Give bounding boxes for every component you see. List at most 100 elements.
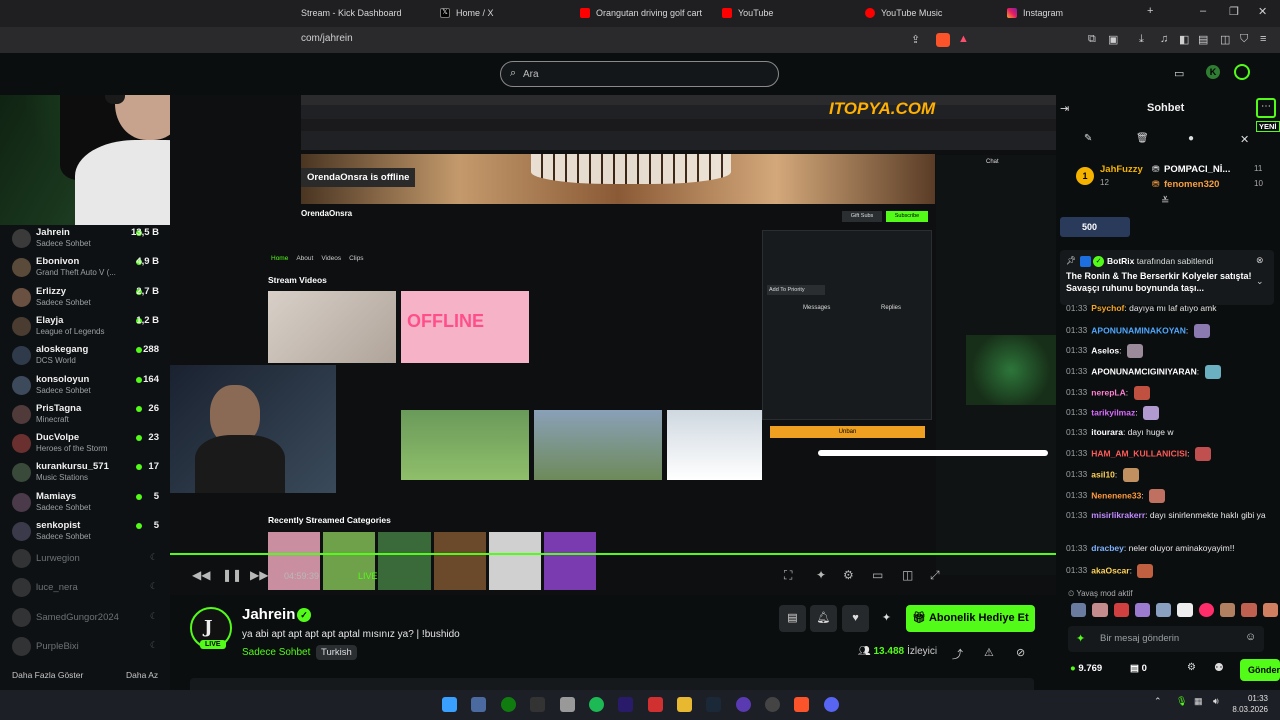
send-button[interactable]: Gönder — [1240, 659, 1280, 681]
points-balance[interactable]: ● 9.769 — [1070, 663, 1102, 674]
download-icon[interactable]: ⤓ — [1139, 33, 1144, 46]
kick-k-icon[interactable]: K — [1206, 65, 1220, 79]
sparkle-icon[interactable]: ✦ — [873, 605, 900, 632]
sidebar-channel[interactable]: Ebonivon Grand Theft Auto V (... 4,9 B — [0, 254, 170, 283]
tab-kick-dashboard[interactable]: Stream - Kick Dashboard — [301, 3, 421, 23]
chat-message[interactable]: 01:33 nerepLA: — [1066, 386, 1276, 400]
close-icon[interactable]: ✕ — [1240, 133, 1249, 146]
menu-icon[interactable]: ≡ — [1260, 33, 1266, 45]
sidebar-channel[interactable]: senkopist Sadece Sohbet 5 — [0, 518, 170, 547]
sidebar-channel-offline[interactable]: luce_nera ☾ — [0, 574, 170, 603]
tab-instagram[interactable]: Instagram — [1007, 3, 1127, 23]
network-icon[interactable]: ▦ — [1194, 696, 1203, 707]
minimize-button[interactable]: – — [1200, 5, 1206, 17]
brave-icon[interactable] — [794, 697, 809, 712]
chat-bubble-icon[interactable]: ● — [1188, 133, 1194, 144]
message-username[interactable]: dracbey — [1091, 543, 1124, 553]
sidebar-channel[interactable]: konsoloyun Sadece Sohbet 164 — [0, 372, 170, 401]
clip-button[interactable]: ▤ — [779, 605, 806, 632]
message-username[interactable]: Psychof — [1091, 303, 1124, 313]
message-username[interactable]: HAM_AM_KULLANICISI — [1091, 448, 1187, 458]
screenshot-icon[interactable]: ▣ — [1108, 33, 1118, 46]
trash-icon[interactable]: 🗑︎ — [1136, 133, 1149, 144]
unpin-icon[interactable]: ⊗ — [1256, 255, 1264, 266]
gift-subscription-button[interactable]: 🎁︎ Abonelik Hediye Et — [906, 605, 1035, 632]
show-more-link[interactable]: Daha Fazla Göster — [12, 670, 83, 680]
pause-icon[interactable]: ❚❚ — [222, 568, 242, 582]
wallet-icon[interactable]: ▤ — [1198, 33, 1208, 46]
sidebar-channel-offline[interactable]: SamedGungor2024 ☾ — [0, 604, 170, 633]
follow-heart-icon[interactable]: ♥ — [842, 605, 869, 632]
theater-icon[interactable]: ▭ — [872, 568, 883, 582]
chevron-down-icon[interactable]: ⌄ — [1256, 276, 1264, 287]
extensions-icon[interactable]: ⧉ — [1088, 33, 1096, 46]
theater-mode-icon[interactable]: ▭ — [1174, 67, 1184, 80]
rewind-icon[interactable]: ◀◀ — [192, 568, 210, 582]
chat-message[interactable]: 01:33 asil10: — [1066, 468, 1276, 482]
message-username[interactable]: tarikyilmaz — [1091, 407, 1135, 417]
chat-message[interactable]: 01:33 tarikyilmaz: — [1066, 406, 1276, 420]
chat-message[interactable]: 01:33 itourara: dayı huge w — [1066, 427, 1276, 438]
channel-name[interactable]: Jahrein — [242, 606, 295, 623]
tab-youtube[interactable]: YouTube — [722, 3, 842, 23]
fullscreen-icon[interactable]: ⤢ — [930, 568, 940, 583]
discord-icon[interactable] — [824, 697, 839, 712]
chat-options-icon[interactable]: ⋯ — [1256, 98, 1276, 118]
video-progress-bar[interactable] — [170, 553, 1056, 555]
mic-icon[interactable]: 🎙︎ — [1176, 696, 1187, 707]
message-username[interactable]: APONUNAMCIGINIYARAN — [1091, 366, 1196, 376]
pip-icon[interactable]: ◫ — [902, 568, 913, 582]
settings-icon[interactable]: ⚙ — [843, 568, 854, 582]
pinned-message[interactable]: 📌︎ ✓ BotRix tarafından sabitlendi ⊗ The … — [1060, 250, 1274, 305]
rewards-icon[interactable]: ▲ — [958, 33, 969, 45]
stream-category[interactable]: Sadece Sohbet — [242, 647, 310, 658]
sidebar-channel-offline[interactable]: Lurwegion ☾ — [0, 545, 170, 574]
tray-chevron-icon[interactable]: ⌃ — [1154, 696, 1162, 707]
search-input[interactable]: ⌕ Ara — [500, 61, 779, 87]
brave-shield-icon[interactable] — [936, 33, 950, 47]
premiere-icon[interactable] — [618, 697, 633, 712]
crop-icon[interactable]: ⛶ — [784, 568, 792, 583]
top-gifter-name[interactable]: JahFuzzy — [1100, 164, 1143, 175]
pip-icon[interactable]: ◫ — [1220, 33, 1230, 46]
sparkle-icon[interactable]: ✦ — [816, 568, 826, 582]
expand-icon[interactable]: ≚ — [1161, 196, 1169, 207]
new-tab-button[interactable]: + — [1147, 5, 1153, 17]
tab-youtube-music[interactable]: YouTube Music — [865, 3, 985, 23]
sidebar-toggle-icon[interactable]: ◧ — [1179, 33, 1189, 46]
chat-message[interactable]: 01:33 dracbey: neler oluyor aminakoyayim!… — [1066, 543, 1276, 554]
video-player[interactable]: ITOPYA.COM OrendaOnsra is offline Orenda… — [170, 95, 1056, 595]
spotify-icon[interactable] — [589, 697, 604, 712]
chat-message[interactable]: 01:33 Aselos: — [1066, 344, 1276, 358]
tab-home-x[interactable]: 𝕏 Home / X — [440, 3, 560, 23]
chat-message[interactable]: 01:33 Psychof: dayıya mı laf atıyo amk — [1066, 303, 1276, 314]
top-gifter-name[interactable]: POMPACI_Nİ... — [1164, 164, 1230, 175]
sidebar-channel[interactable]: Jahrein Sadece Sohbet 13,5 B — [0, 225, 170, 254]
file-explorer-icon[interactable] — [677, 697, 692, 712]
chat-message-input[interactable]: ✦ Bir mesaj gönderin ☺ — [1068, 626, 1264, 652]
message-username[interactable]: akaOscar — [1091, 565, 1129, 575]
start-icon[interactable] — [442, 697, 457, 712]
unread-counter[interactable]: ▤ 0 — [1130, 663, 1147, 674]
chat-users-icon[interactable]: ⚉ — [1214, 661, 1224, 674]
sidebar-channel[interactable]: DucVolpe Heroes of the Storm 23 — [0, 430, 170, 459]
chat-message[interactable]: 01:33 APONUNAMCIGINIYARAN: — [1066, 365, 1276, 379]
mute-icon[interactable]: ⊘ — [1016, 646, 1025, 659]
chat-message[interactable]: 01:33 Nenenene33: — [1066, 489, 1276, 503]
sidebar-channel[interactable]: Mamiays Sadece Sohbet 5 — [0, 489, 170, 518]
message-username[interactable]: itourara — [1091, 427, 1123, 437]
message-username[interactable]: nerepLA — [1091, 387, 1125, 397]
message-username[interactable]: misirlikrakerr — [1091, 510, 1145, 520]
sidebar-channel[interactable]: kurankursu_571 Music Stations 17 — [0, 459, 170, 488]
obs-icon[interactable] — [765, 697, 780, 712]
volume-icon[interactable]: 🔊︎ — [1213, 696, 1219, 707]
maximize-button[interactable]: ❐ — [1229, 5, 1239, 18]
report-icon[interactable]: ⚠ — [984, 646, 994, 659]
chat-settings-icon[interactable]: ⚙ — [1187, 662, 1196, 673]
message-username[interactable]: Aselos — [1091, 345, 1119, 355]
close-window-button[interactable]: ✕ — [1258, 5, 1267, 18]
taskview-icon[interactable] — [471, 697, 486, 712]
calculator-icon[interactable] — [560, 697, 575, 712]
top-gifter-name[interactable]: fenomen320 — [1164, 179, 1219, 190]
sidebar-channel[interactable]: Elayja League of Legends 1,2 B — [0, 313, 170, 342]
